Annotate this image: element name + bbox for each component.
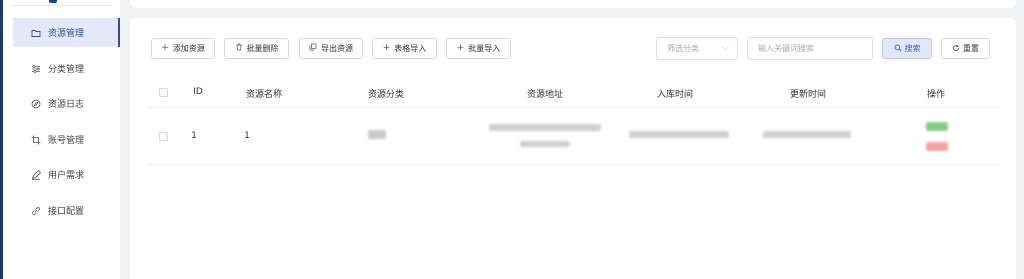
cell-address-redacted-line2 [520,141,570,147]
export-resource-button[interactable]: 导出资源 [299,38,363,59]
keyword-search-input[interactable] [747,37,873,60]
category-filter-select[interactable]: 筛选分类 ⌵ [656,37,738,60]
cell-category-redacted [368,130,386,139]
sidebar-item-label: 分类管理 [48,65,85,75]
sidebar-item-resource-log[interactable]: 资源日志 [13,89,120,118]
cell-id: 1 [191,131,197,141]
copy-icon [309,43,317,54]
sidebar-item-label: 账号管理 [48,136,85,146]
batch-import-button[interactable]: + 批量导入 [446,38,511,59]
sidebar: 资源管理 分类管理 资源日志 账号管理 用户需求 接口配置 [3,0,120,279]
refresh-icon [952,44,960,54]
column-header-category: 资源分类 [367,90,405,100]
crop-icon [31,135,41,145]
top-panel [130,0,1016,8]
plus-icon: + [161,43,169,53]
column-header-id: ID [193,87,203,97]
column-header-address: 资源地址 [526,90,564,100]
sidebar-logo-divider [13,0,113,6]
link-icon [31,206,41,216]
header-divider [147,107,998,108]
sidebar-item-category-management[interactable]: 分类管理 [13,54,120,83]
logo-fragment [49,0,57,3]
pencil-icon [31,169,41,180]
sidebar-item-label: 资源日志 [48,100,85,110]
search-icon [894,44,902,54]
batch-delete-button[interactable]: 批量删除 [224,38,289,59]
row-divider [147,164,998,165]
column-header-created-time: 入库时间 [656,90,694,100]
sidebar-item-label: 接口配置 [48,207,85,217]
cell-name: 1 [244,131,250,141]
sidebar-item-label: 资源管理 [48,29,85,39]
table-import-button[interactable]: + 表格导入 [372,38,437,59]
edit-action-button[interactable] [926,122,948,131]
add-resource-button[interactable]: + 添加资源 [151,38,215,59]
plus-icon: + [456,43,465,53]
cell-address-redacted [489,124,601,131]
sidebar-item-account-management[interactable]: 账号管理 [13,125,120,154]
resource-list-panel: + 添加资源 批量删除 导出资源 + 表格导入 + 批量导入 筛选分类 ⌵ 搜索… [130,18,1016,279]
cell-created-time-redacted [629,131,729,138]
trash-icon [235,43,243,54]
cell-updated-time-redacted [763,131,851,138]
folder-icon [31,28,41,38]
column-header-name: 资源名称 [245,90,283,100]
select-all-checkbox[interactable] [159,88,168,97]
sidebar-item-api-config[interactable]: 接口配置 [13,196,120,225]
search-button[interactable]: 搜索 [882,38,932,59]
plus-icon: + [382,43,391,53]
row-checkbox[interactable] [159,132,168,141]
chevron-down-icon: ⌵ [722,43,729,53]
delete-action-button[interactable] [926,142,948,151]
reset-button[interactable]: 重置 [941,38,990,59]
sidebar-item-user-requests[interactable]: 用户需求 [13,160,120,189]
column-header-actions: 操作 [926,90,946,100]
column-header-updated-time: 更新时间 [789,90,827,100]
sidebar-item-resource-management[interactable]: 资源管理 [13,18,120,47]
sidebar-item-label: 用户需求 [48,171,85,181]
sliders-icon [31,64,41,74]
compass-icon [31,99,41,109]
